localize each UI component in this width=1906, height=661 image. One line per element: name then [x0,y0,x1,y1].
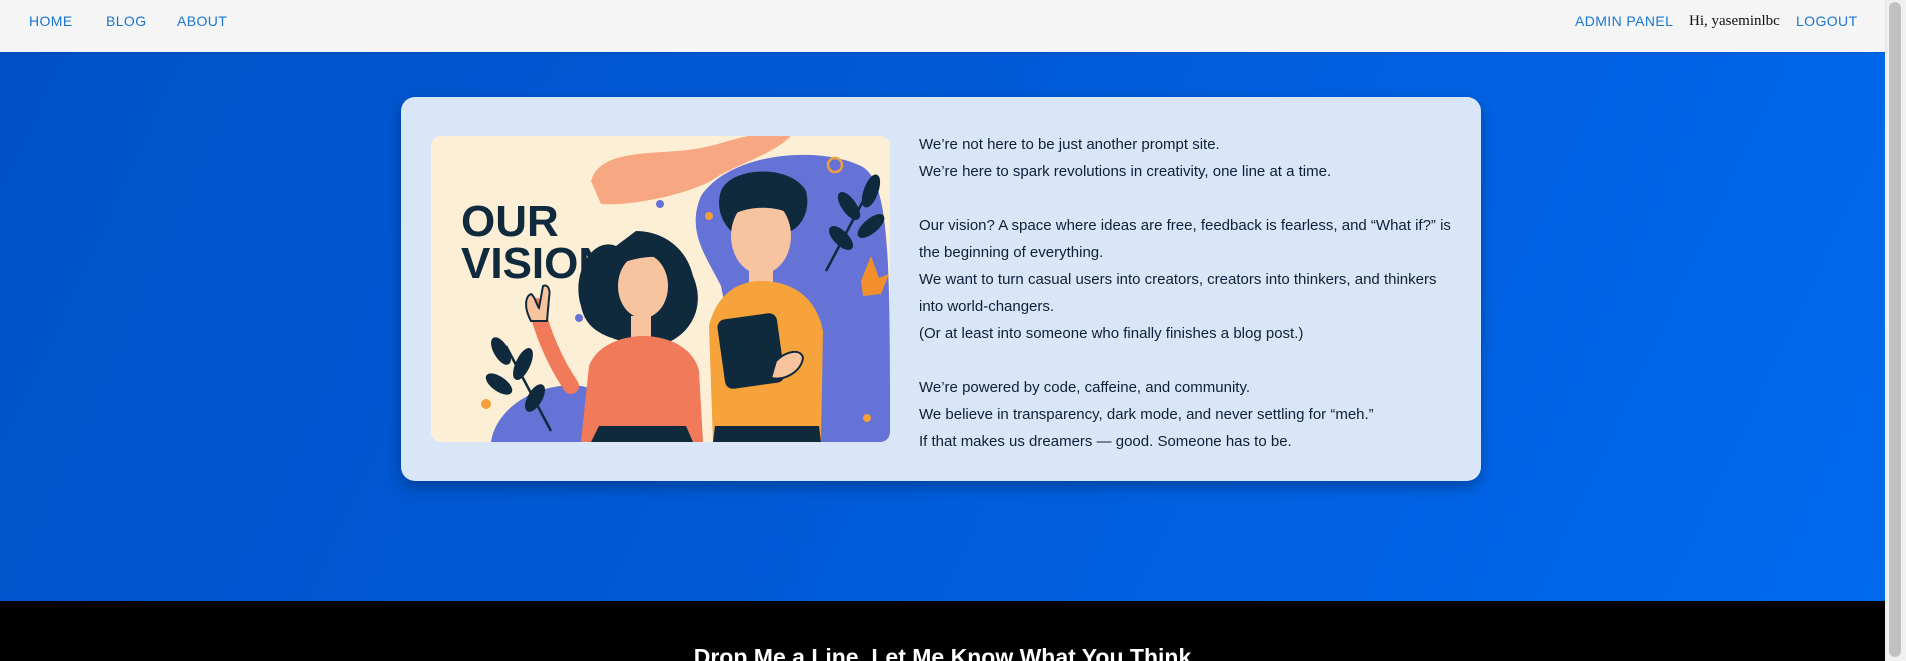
vision-text-line: We want to turn casual users into creato… [919,271,1437,315]
page-scrollbar[interactable] [1885,0,1906,661]
user-greeting: Hi, yaseminlbc [1689,13,1780,29]
nav-blog-link[interactable]: BLOG [106,13,147,29]
nav-logout-link[interactable]: LOGOUT [1796,13,1858,29]
our-vision-illustration: OUR VISION [431,136,890,442]
page: HOME BLOG ABOUT ADMIN PANEL Hi, yaseminl… [0,0,1906,661]
nav-admin-panel-link[interactable]: ADMIN PANEL [1575,13,1673,29]
vision-statement: We’re not here to be just another prompt… [919,131,1459,455]
contact-section: Drop Me a Line, Let Me Know What You Thi… [0,601,1885,661]
vision-text-line: We’re here to spark revolutions in creat… [919,163,1332,180]
vision-illustration-svg: OUR VISION [431,136,890,442]
nav-home-link[interactable]: HOME [29,13,73,29]
vision-text-line: We’re powered by code, caffeine, and com… [919,379,1251,396]
vision-text-line: Our vision? A space where ideas are free… [919,217,1451,261]
scrollbar-thumb[interactable] [1889,2,1901,657]
vision-card: OUR VISION We’re not here to be just ano… [401,97,1481,481]
hero-section: OUR VISION We’re not here to be just ano… [0,52,1885,601]
contact-section-title: Drop Me a Line, Let Me Know What You Thi… [693,644,1192,661]
vision-text-line: We believe in transparency, dark mode, a… [919,406,1374,423]
vision-text-line: We’re not here to be just another prompt… [919,136,1220,153]
vision-text-line: If that makes us dreamers — good. Someon… [919,433,1292,450]
vision-text-line: (Or at least into someone who finally fi… [919,325,1304,342]
nav-about-link[interactable]: ABOUT [177,13,227,29]
top-navbar: HOME BLOG ABOUT ADMIN PANEL Hi, yaseminl… [0,0,1885,52]
